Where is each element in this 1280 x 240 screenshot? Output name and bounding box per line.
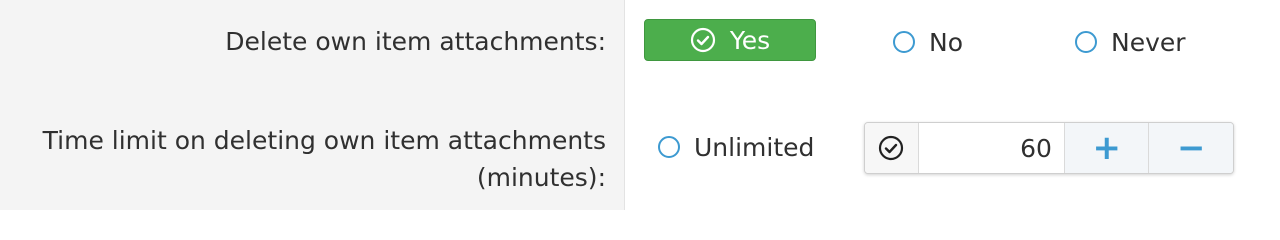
- radio-circle-icon: [658, 136, 680, 158]
- unlimited-option-radio[interactable]: Unlimited: [658, 126, 814, 168]
- radio-circle-icon: [893, 31, 915, 53]
- decrement-button[interactable]: −: [1149, 123, 1233, 173]
- no-option-radio[interactable]: No: [893, 21, 963, 63]
- time-limit-stepper: 60 + −: [864, 122, 1234, 174]
- never-option-label: Never: [1111, 27, 1186, 57]
- time-limit-label-line2: (minutes):: [476, 163, 606, 192]
- yes-option-button[interactable]: Yes: [644, 19, 816, 61]
- time-limit-label: Time limit on deleting own item attachme…: [43, 122, 606, 196]
- no-option-label: No: [929, 27, 963, 57]
- limit-enabled-toggle[interactable]: [865, 123, 919, 173]
- yes-option-label: Yes: [729, 25, 771, 55]
- delete-attachments-label: Delete own item attachments:: [225, 27, 606, 56]
- radio-circle-icon: [1075, 31, 1097, 53]
- never-option-radio[interactable]: Never: [1075, 21, 1186, 63]
- time-limit-value-input[interactable]: 60: [919, 123, 1065, 173]
- unlimited-option-label: Unlimited: [694, 132, 815, 162]
- check-circle-icon: [879, 135, 904, 161]
- check-circle-icon: [690, 27, 716, 53]
- increment-button[interactable]: +: [1064, 123, 1150, 173]
- time-limit-label-line1: Time limit on deleting own item attachme…: [42, 126, 606, 155]
